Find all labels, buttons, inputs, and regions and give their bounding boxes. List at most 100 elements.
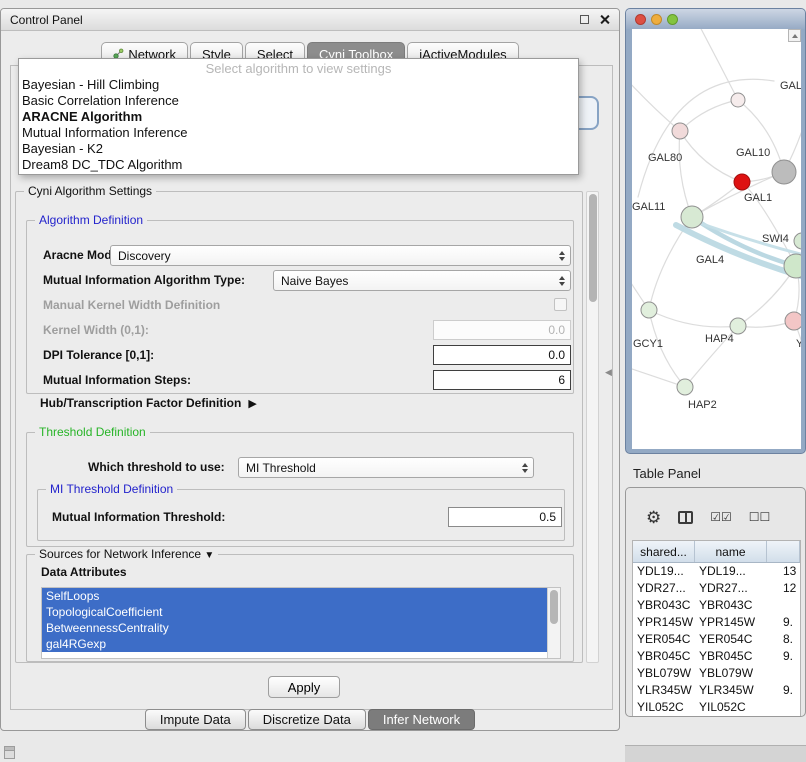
gear-icon[interactable]: ⚙	[646, 509, 661, 526]
scrollbar-thumb[interactable]	[550, 590, 558, 624]
expand-icon: ▶	[248, 398, 256, 410]
network-node[interactable]	[681, 206, 703, 228]
network-node[interactable]	[731, 93, 745, 107]
mi-threshold-field[interactable]	[448, 507, 562, 527]
network-node[interactable]	[785, 312, 801, 330]
column-header-name[interactable]: name	[695, 541, 767, 562]
control-panel-titlebar[interactable]: Control Panel	[1, 9, 619, 31]
table-row[interactable]: YDR27...YDR27...12	[633, 580, 800, 597]
table-row[interactable]: YBL079WYBL079W	[633, 665, 800, 682]
node-label: GAL10	[736, 147, 770, 159]
table-row[interactable]: YPR145WYPR145W9.	[633, 614, 800, 631]
node-label: GCY1	[633, 338, 663, 350]
network-edge	[698, 29, 738, 100]
algorithm-option-bayesian-k2[interactable]: Bayesian - K2	[19, 141, 578, 157]
control-panel-window: Control Panel NetworkStyleSelectCyni Too…	[0, 8, 620, 731]
table-panel-window: ⚙ ☑☑ ☐☐ shared...name YDL19...YDL19...13…	[625, 487, 806, 717]
table-row[interactable]: YER054CYER054C8.	[633, 631, 800, 648]
titlebar-buttons	[580, 14, 610, 25]
popup-items: Bayesian - Hill ClimbingBasic Correlatio…	[19, 77, 578, 173]
algorithm-option-bayesian-hill-climbing[interactable]: Bayesian - Hill Climbing	[19, 77, 578, 93]
table-row[interactable]: YLR345WYLR345W9.	[633, 682, 800, 699]
cell: 9.	[767, 682, 800, 699]
kernel-width-field[interactable]	[433, 320, 571, 340]
algorithm-definition-group: Algorithm Definition Aracne Mode: Discov…	[26, 220, 574, 394]
network-window-titlebar[interactable]	[626, 9, 805, 29]
column-header-col2[interactable]	[767, 541, 800, 562]
algorithm-option-basic-correlation-inference[interactable]: Basic Correlation Inference	[19, 93, 578, 109]
splitter-collapse-icon[interactable]: ◀	[605, 367, 612, 378]
cell: 13	[767, 563, 800, 580]
data-attributes-label: Data Attributes	[41, 565, 127, 579]
table-row[interactable]: YBR043CYBR043C	[633, 597, 800, 614]
node-label: GAL80	[648, 152, 682, 164]
network-node[interactable]	[730, 318, 746, 334]
algorithm-option-dream8-dc-tdc-algorithm[interactable]: Dream8 DC_TDC Algorithm	[19, 157, 578, 173]
table-panel-title: Table Panel	[633, 466, 701, 481]
mi-steps-field[interactable]	[433, 370, 571, 390]
table-row[interactable]: YDL19...YDL19...13	[633, 563, 800, 580]
attribute-topologicalcoefficient[interactable]: TopologicalCoefficient	[42, 604, 547, 620]
table-row[interactable]: YBR045CYBR045C9.	[633, 648, 800, 665]
sources-toggle[interactable]: Sources for Network Inference ▼	[35, 547, 218, 561]
tab-discretize-data[interactable]: Discretize Data	[248, 709, 366, 730]
table-row[interactable]: YIL052CYIL052C	[633, 699, 800, 716]
algorithm-option-mutual-information-inference[interactable]: Mutual Information Inference	[19, 125, 578, 141]
dpi-tolerance-field[interactable]	[433, 345, 571, 365]
selected-value: Discovery	[118, 249, 171, 263]
apply-button[interactable]: Apply	[268, 676, 340, 698]
network-node[interactable]	[672, 123, 688, 139]
scrollbar-thumb[interactable]	[589, 194, 597, 302]
attribute-betweennesscentrality[interactable]: BetweennessCentrality	[42, 620, 547, 636]
column-header-shared[interactable]: shared...	[633, 541, 695, 562]
node-label: HAP4	[705, 333, 734, 345]
cell	[767, 665, 800, 682]
minimize-traffic-light[interactable]	[651, 14, 662, 25]
float-panel-icon[interactable]	[4, 746, 15, 759]
network-edge	[680, 100, 738, 131]
attribute-gal4rgexp[interactable]: gal4RGexp	[42, 636, 547, 652]
which-threshold-select[interactable]: MI Threshold	[238, 457, 534, 478]
attribute-items: SelfLoopsTopologicalCoefficientBetweenne…	[42, 588, 547, 658]
node-table: shared...name YDL19...YDL19...13YDR27...…	[632, 540, 801, 716]
close-icon[interactable]	[599, 14, 610, 25]
tab-infer-network[interactable]: Infer Network	[368, 709, 475, 730]
attribute-selfloops[interactable]: SelfLoops	[42, 588, 547, 604]
tab-impute-data[interactable]: Impute Data	[145, 709, 246, 730]
cell: YBL079W	[633, 665, 695, 682]
cell: 8.	[767, 631, 800, 648]
manual-kernel-checkbox[interactable]	[554, 298, 567, 311]
algorithm-option-aracne-algorithm[interactable]: ARACNE Algorithm	[19, 109, 578, 125]
network-node[interactable]	[734, 174, 750, 190]
network-canvas[interactable]: GALGAL80GAL10GAL11GAL1SWI4GAL4GCY1HAP4HA…	[632, 29, 801, 449]
settings-scrollbar[interactable]	[586, 191, 599, 663]
network-edge	[738, 100, 784, 172]
cell: YBR043C	[695, 597, 767, 614]
hub-section-toggle[interactable]: Hub/Transcription Factor Definition▶	[40, 396, 257, 410]
data-attributes-list[interactable]: SelfLoopsTopologicalCoefficientBetweenne…	[41, 587, 561, 659]
columns-icon[interactable]	[678, 511, 693, 524]
float-window-icon[interactable]	[580, 15, 589, 24]
network-node[interactable]	[677, 379, 693, 395]
sources-group: Sources for Network Inference ▼ Data Att…	[26, 554, 574, 662]
select-all-icon[interactable]: ☑☑	[710, 510, 732, 524]
deselect-all-icon[interactable]: ☐☐	[749, 510, 771, 524]
cell: YBR043C	[633, 597, 695, 614]
mi-type-select[interactable]: Naive Bayes	[273, 270, 571, 291]
network-node[interactable]	[772, 160, 796, 184]
attributes-scrollbar[interactable]	[547, 588, 560, 658]
scroll-up-button[interactable]	[788, 29, 801, 42]
zoom-traffic-light[interactable]	[667, 14, 678, 25]
network-edge	[679, 131, 692, 217]
cell: 9.	[767, 648, 800, 665]
network-node[interactable]	[794, 233, 801, 249]
cell: 9.	[767, 614, 800, 631]
close-traffic-light[interactable]	[635, 14, 646, 25]
cell: YBL079W	[695, 665, 767, 682]
aracne-mode-select[interactable]: Discovery	[110, 245, 571, 266]
table-header: shared...name	[633, 541, 800, 563]
network-node[interactable]	[641, 302, 657, 318]
network-view-window: GALGAL80GAL10GAL11GAL1SWI4GAL4GCY1HAP4HA…	[625, 8, 806, 454]
popup-placeholder: Select algorithm to view settings	[19, 60, 578, 77]
cell	[767, 597, 800, 614]
